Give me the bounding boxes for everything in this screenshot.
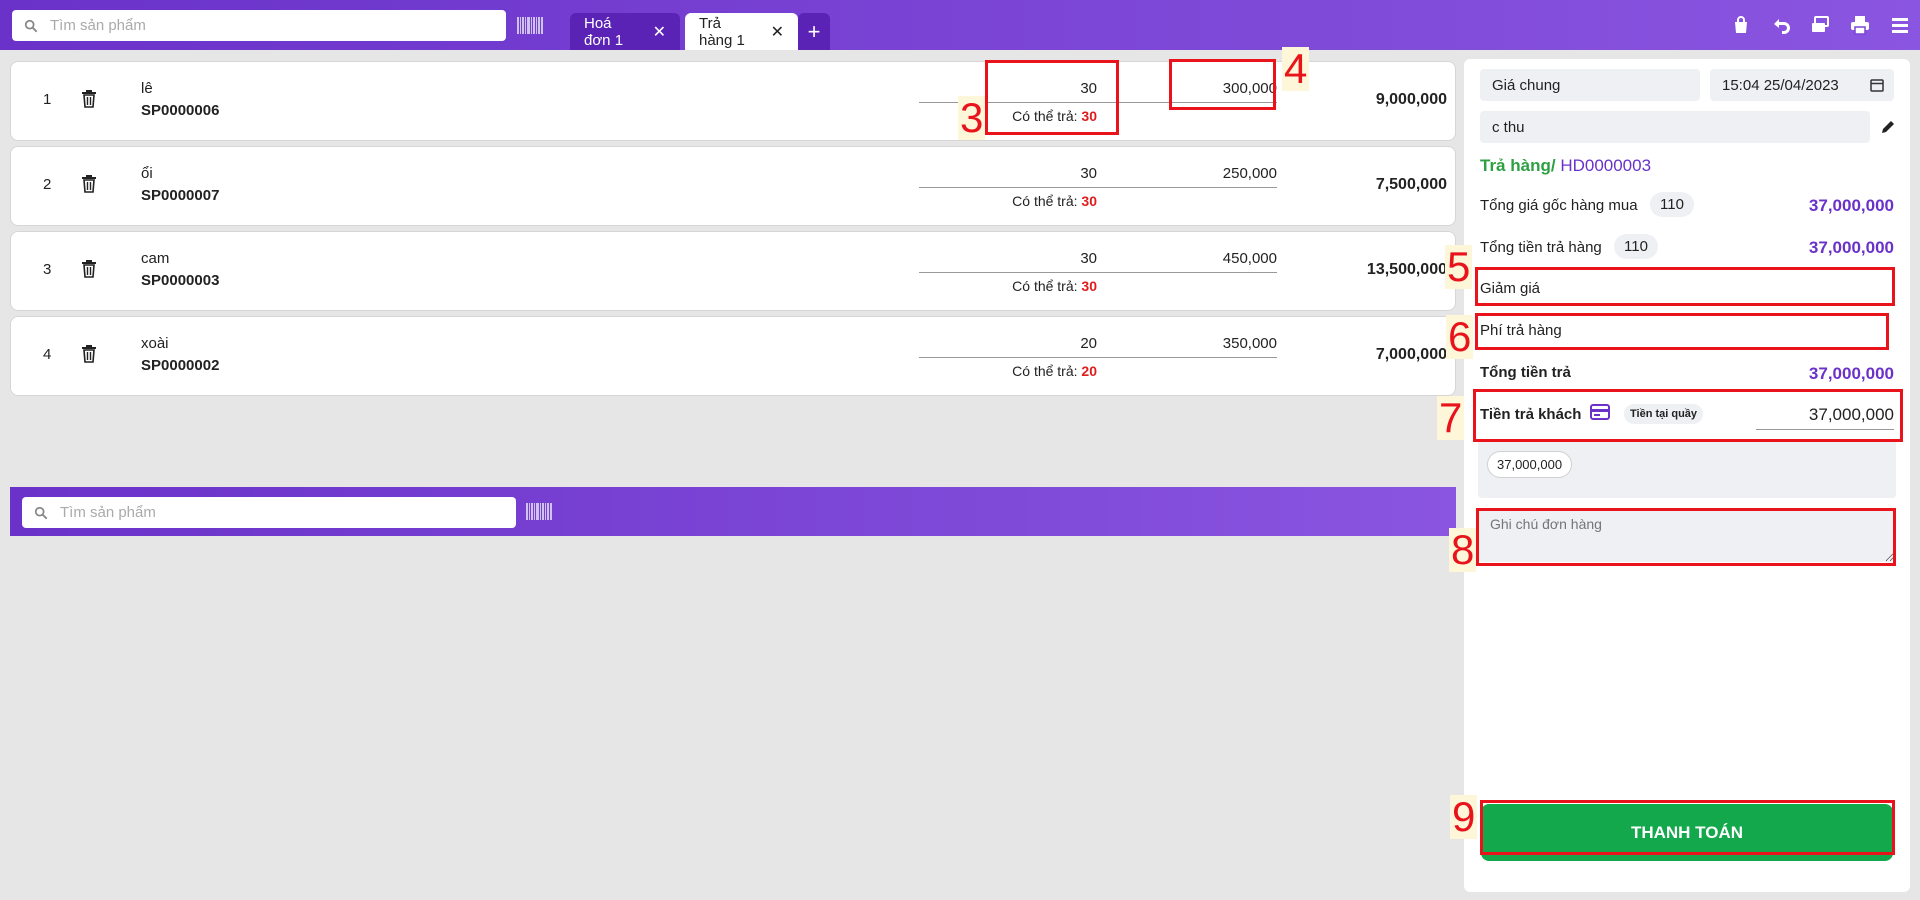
product-code: SP0000007 [141,187,220,204]
printer-icon[interactable] [1849,14,1871,36]
add-tab-button[interactable]: + [798,13,830,50]
quantity-input[interactable]: 30 [919,80,1097,103]
discount-field[interactable]: Giảm giá [1480,280,1540,297]
customer-field[interactable]: c thu [1480,111,1870,143]
quantity-input[interactable]: 30 [919,250,1097,273]
available-return: Có thể trả: 30 [1012,193,1097,209]
search-input[interactable]: Tìm sản phẩm [12,10,506,41]
trash-icon[interactable] [81,345,97,363]
table-row: 3 cam SP0000003 30 Có thể trả: 30 450,00… [10,231,1456,311]
trash-icon[interactable] [81,260,97,278]
pay-customer-label: Tiền trả khách [1480,406,1582,423]
total-refund-label: Tổng tiền trả [1480,364,1571,381]
table-row: 1 lê SP0000006 30 Có thể trả: 30 300,000… [10,61,1456,141]
bottom-search-input[interactable]: Tìm sản phẩm [22,497,516,528]
annotation-label-8: 8 [1449,526,1477,573]
product-name: xoài [141,335,169,352]
annotation-label-4: 4 [1282,45,1310,92]
price-input[interactable]: 300,000 [1097,80,1277,103]
close-icon[interactable]: ✕ [653,22,666,42]
tab-return-1[interactable]: Trả hàng 1 ✕ [685,13,798,50]
annotation-label-6: 6 [1446,313,1474,360]
product-name: ổi [141,165,153,182]
original-total-count: 110 [1650,192,1694,217]
quantity-input[interactable]: 20 [919,335,1097,358]
price-input[interactable]: 450,000 [1097,250,1277,273]
calendar-icon[interactable] [1870,78,1884,92]
product-code: SP0000006 [141,102,220,119]
suggest-amount-chip[interactable]: 37,000,000 [1487,451,1573,478]
stack-icon[interactable] [1809,14,1831,36]
available-return: Có thể trả: 20 [1012,363,1097,379]
product-name: lê [141,80,153,97]
price-list-select[interactable]: Giá chung [1480,69,1700,101]
available-count: 30 [1081,108,1097,124]
original-total-value: 37,000,000 [1808,196,1894,215]
datetime-field[interactable]: 15:04 25/04/2023 [1710,69,1894,101]
undo-icon[interactable] [1770,14,1792,36]
table-row: 2 ổi SP0000007 30 Có thể trả: 30 250,000… [10,146,1456,226]
card-icon[interactable] [1590,404,1610,420]
product-code: SP0000003 [141,272,220,289]
shopping-bag-icon[interactable] [1730,14,1752,36]
search-icon [24,19,38,32]
line-total: 7,500,000 [1375,176,1447,193]
tab-invoice-1[interactable]: Hoá đơn 1 ✕ [570,13,680,50]
tab-label: Trả hàng 1 [699,14,745,49]
search-placeholder: Tìm sản phẩm [60,504,156,521]
line-total: 7,000,000 [1375,346,1447,363]
available-return: Có thể trả: 30 [1012,278,1097,294]
return-total-count: 110 [1614,234,1658,259]
edit-icon[interactable] [1880,119,1896,135]
available-count: 20 [1081,363,1097,379]
tab-label: Hoá đơn 1 [584,14,624,49]
product-code: SP0000002 [141,357,220,374]
return-total-value: 37,000,000 [1808,238,1894,257]
annotation-label-3: 3 [958,94,986,141]
return-invoice-title: Trả hàng/ HD0000003 [1480,156,1652,175]
table-row: 4 xoài SP0000002 20 Có thể trả: 20 350,0… [10,316,1456,396]
invoice-link[interactable]: HD0000003 [1560,156,1651,175]
original-total-label: Tổng giá gốc hàng mua [1480,197,1638,214]
barcode-icon[interactable] [526,503,552,520]
row-index: 4 [43,346,52,363]
line-total: 13,500,000 [1366,261,1447,278]
return-total-label: Tổng tiền trả hàng [1480,239,1602,256]
order-note-input[interactable] [1478,510,1894,562]
product-name: cam [141,250,170,267]
available-return: Có thể trả: 30 [1012,108,1097,124]
row-index: 3 [43,261,52,278]
quantity-input[interactable]: 30 [919,165,1097,188]
available-count: 30 [1081,193,1097,209]
pay-button[interactable]: THANH TOÁN [1481,804,1893,861]
search-icon [34,506,48,519]
annotation-label-9: 9 [1450,793,1478,840]
line-total: 9,000,000 [1375,91,1447,108]
row-index: 1 [43,91,52,108]
row-index: 2 [43,176,52,193]
payment-method-chip[interactable]: Tiền tại quầy [1624,404,1704,424]
barcode-icon[interactable] [517,17,543,34]
pay-customer-input[interactable]: 37,000,000 [1756,405,1894,430]
close-icon[interactable]: ✕ [771,22,784,42]
trash-icon[interactable] [81,90,97,108]
price-input[interactable]: 250,000 [1097,165,1277,188]
return-fee-field[interactable]: Phí trả hàng [1480,322,1562,339]
available-count: 30 [1081,278,1097,294]
search-placeholder: Tìm sản phẩm [50,17,146,34]
trash-icon[interactable] [81,175,97,193]
annotation-label-7: 7 [1437,394,1465,441]
menu-icon[interactable] [1889,14,1911,36]
price-input[interactable]: 350,000 [1097,335,1277,358]
annotation-label-5: 5 [1445,243,1473,290]
total-refund-value: 37,000,000 [1808,364,1894,383]
